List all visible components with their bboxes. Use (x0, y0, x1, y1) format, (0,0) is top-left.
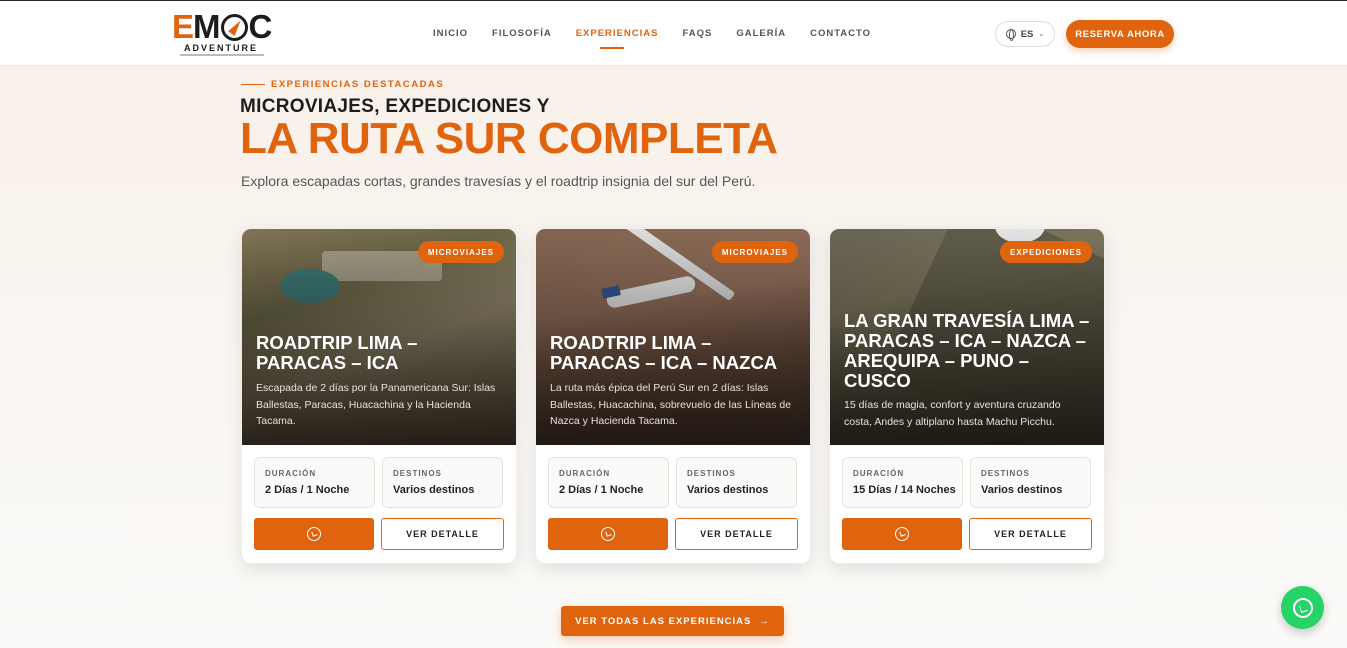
destinations-label: DESTINOS (687, 469, 736, 478)
whatsapp-button[interactable] (548, 518, 668, 550)
view-all-label: VER TODAS LAS EXPERIENCIAS (575, 615, 752, 627)
destinations-value: Varios destinos (687, 484, 769, 496)
duration-box: DURACIÓN 2 Días / 1 Noche (254, 457, 375, 508)
site-header: EM C ADVENTURE INICIO FILOSOFÍA EXPERIENC… (0, 0, 1347, 66)
chevron-down-icon: ⌄ (1038, 31, 1045, 38)
destinations-box: DESTINOS Varios destinos (382, 457, 503, 508)
destinations-label: DESTINOS (393, 469, 442, 478)
language-selector[interactable]: ES ⌄ (995, 21, 1055, 47)
whatsapp-icon (1292, 597, 1313, 618)
whatsapp-icon (601, 527, 615, 541)
reserve-button[interactable]: RESERVA AHORA (1066, 20, 1174, 48)
nav-item-faqs[interactable]: FAQS (682, 28, 712, 39)
section-subtitle: Explora escapadas cortas, grandes traves… (241, 173, 756, 189)
view-all-experiences-button[interactable]: VER TODAS LAS EXPERIENCIAS → (561, 606, 784, 636)
eyebrow-text: EXPERIENCIAS DESTACADAS (271, 79, 445, 90)
section-title-line2: LA RUTA SUR COMPLETA (240, 114, 778, 163)
logo-wordmark: EM C (172, 8, 272, 45)
duration-box: DURACIÓN 15 Días / 14 Noches (842, 457, 963, 508)
category-badge: EXPEDICIONES (999, 241, 1092, 263)
eyebrow-line (241, 84, 265, 85)
whatsapp-button[interactable] (842, 518, 962, 550)
card-title: ROADTRIP LIMA – PARACAS – ICA – NAZCA (550, 332, 778, 373)
destinations-label: DESTINOS (981, 469, 1030, 478)
destinations-box: DESTINOS Varios destinos (970, 457, 1091, 508)
destinations-box: DESTINOS Varios destinos (676, 457, 797, 508)
duration-label: DURACIÓN (559, 469, 611, 478)
whatsapp-floating-button[interactable] (1281, 586, 1324, 629)
nav-item-contacto[interactable]: CONTACTO (810, 28, 871, 39)
category-badge: MICROVIAJES (417, 241, 504, 263)
nav-item-inicio[interactable]: INICIO (433, 28, 468, 39)
card-title: ROADTRIP LIMA – PARACAS – ICA (256, 332, 418, 373)
nav-item-galeria[interactable]: GALERÍA (736, 28, 786, 39)
experience-card: MICROVIAJES ROADTRIP LIMA – PARACAS – IC… (241, 228, 517, 564)
whatsapp-icon (895, 527, 909, 541)
experience-card: MICROVIAJES ROADTRIP LIMA – PARACAS – IC… (535, 228, 811, 564)
main-nav: INICIO FILOSOFÍA EXPERIENCIAS FAQS GALER… (433, 28, 895, 49)
card-description: 15 días de magia, confort y aventura cru… (844, 399, 1061, 428)
duration-value: 2 Días / 1 Noche (559, 484, 644, 496)
nav-item-experiencias[interactable]: EXPERIENCIAS (576, 28, 659, 49)
view-detail-button[interactable]: VER DETALLE (969, 518, 1092, 550)
duration-value: 2 Días / 1 Noche (265, 484, 350, 496)
nav-item-filosofia[interactable]: FILOSOFÍA (492, 28, 552, 39)
view-detail-button[interactable]: VER DETALLE (381, 518, 504, 550)
arrow-right-icon: → (759, 615, 770, 627)
view-detail-button[interactable]: VER DETALLE (675, 518, 798, 550)
whatsapp-icon (307, 527, 321, 541)
card-description: La ruta más épica del Perú Sur en 2 días… (550, 382, 792, 427)
logo-tagline-line (180, 54, 264, 56)
experience-card: EXPEDICIONES LA GRAN TRAVESÍA LIMA – PAR… (829, 228, 1105, 564)
logo-subtitle: ADVENTURE (184, 43, 259, 53)
duration-value: 15 Días / 14 Noches (853, 484, 956, 496)
card-description: Escapada de 2 días por la Panamericana S… (256, 382, 496, 427)
duration-label: DURACIÓN (265, 469, 317, 478)
duration-box: DURACIÓN 2 Días / 1 Noche (548, 457, 669, 508)
section-eyebrow: EXPERIENCIAS DESTACADAS (241, 79, 444, 90)
card-title: LA GRAN TRAVESÍA LIMA – PARACAS – ICA – … (844, 310, 1090, 391)
category-badge: MICROVIAJES (711, 241, 798, 263)
duration-label: DURACIÓN (853, 469, 905, 478)
destinations-value: Varios destinos (393, 484, 475, 496)
language-label: ES (1020, 28, 1034, 40)
whatsapp-button[interactable] (254, 518, 374, 550)
globe-icon (1005, 29, 1016, 41)
brand-logo[interactable]: EM C ADVENTURE (172, 10, 272, 58)
destinations-value: Varios destinos (981, 484, 1063, 496)
